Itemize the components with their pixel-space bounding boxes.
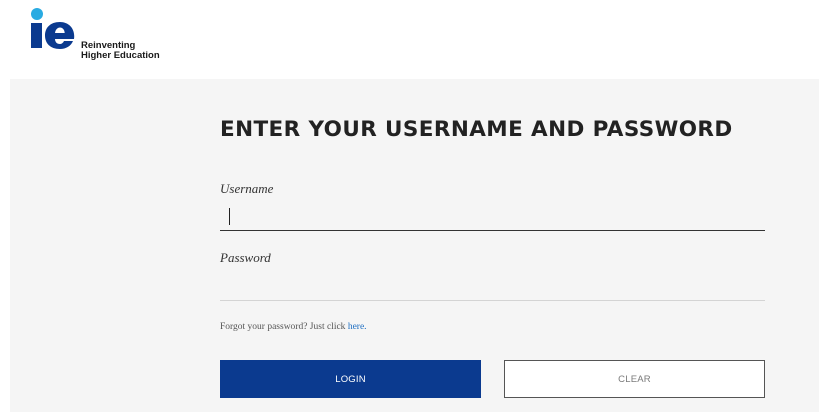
password-field[interactable] (220, 274, 765, 301)
username-field[interactable] (220, 204, 765, 231)
password-label: Password (220, 250, 271, 265)
username-label: Username (220, 181, 274, 196)
ie-logo: Reinventing Higher Education (28, 8, 178, 60)
login-button[interactable]: LOGIN (220, 360, 481, 398)
forgot-password-prefix: Forgot your password? Just click (220, 322, 348, 332)
forgot-password-link[interactable]: here. (348, 322, 367, 332)
logo-tagline-line2: Higher Education (81, 49, 160, 61)
ie-logo-mark (31, 8, 75, 49)
text-caret (229, 208, 230, 225)
clear-button[interactable]: CLEAR (504, 360, 765, 398)
page-title: ENTER YOUR USERNAME AND PASSWORD (220, 117, 733, 142)
logo-tagline: Reinventing Higher Education (81, 41, 160, 60)
forgot-password-text: Forgot your password? Just click here. (220, 322, 367, 332)
